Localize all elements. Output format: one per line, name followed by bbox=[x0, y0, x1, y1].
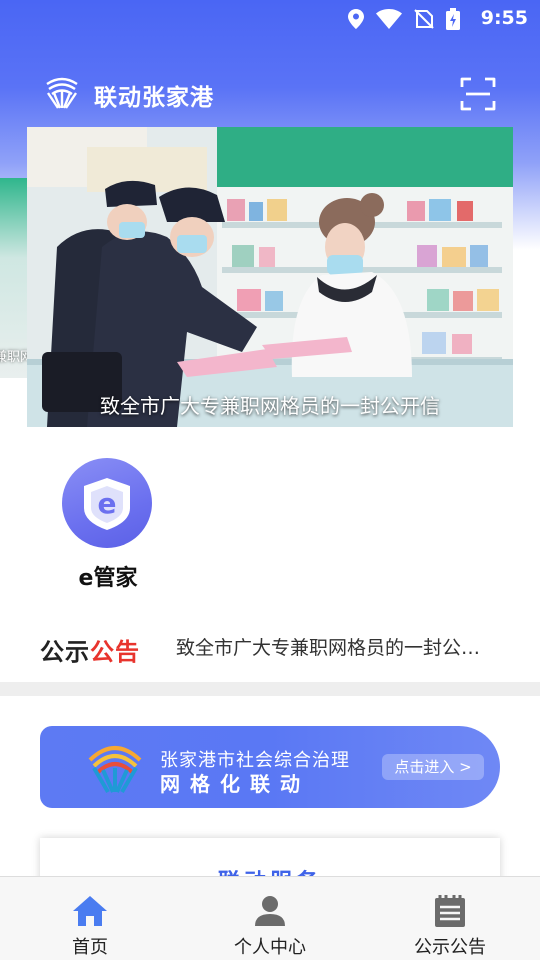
notice-bar[interactable]: 公示公告 致全市广大专兼职网格员的一封公开信 bbox=[0, 622, 540, 670]
battery-icon bbox=[446, 8, 460, 30]
e-butler-icon: e bbox=[62, 458, 152, 548]
status-icons bbox=[348, 8, 460, 30]
quick-app-label: e管家 bbox=[78, 566, 138, 591]
section-divider bbox=[0, 682, 540, 696]
banner-carousel[interactable]: 致全市广大专兼职网格员的一封公开信 bbox=[27, 127, 513, 427]
status-time: 9:55 bbox=[480, 7, 528, 29]
home-icon bbox=[73, 896, 107, 926]
banner-previous-slide[interactable]: 兼职网 bbox=[0, 178, 27, 378]
banner-previous-caption: 兼职网 bbox=[0, 350, 27, 365]
enter-button[interactable]: 点击进入 > bbox=[382, 754, 484, 780]
notice-logo-part2: 公告 bbox=[90, 638, 140, 666]
grid-linkage-banner[interactable]: 张家港市社会综合治理 网格化联动 点击进入 > bbox=[40, 726, 500, 808]
notice-logo-part1: 公示 bbox=[40, 638, 90, 666]
banner-photo bbox=[27, 127, 513, 427]
promo-subtitle: 网格化联动 bbox=[160, 772, 310, 796]
app-logo-icon bbox=[46, 77, 78, 109]
wifi-icon bbox=[376, 9, 402, 29]
clipboard-icon bbox=[435, 895, 465, 927]
app-header: 联动张家港 bbox=[0, 70, 540, 118]
bottom-tab-bar: 首页 个人中心 公示公告 bbox=[0, 876, 540, 960]
banner-caption: 致全市广大专兼职网格员的一封公开信 bbox=[100, 394, 440, 418]
no-sim-icon bbox=[414, 9, 434, 29]
notice-text[interactable]: 致全市广大专兼职网格员的一封公开信 bbox=[176, 633, 496, 660]
tab-label-announcements: 公示公告 bbox=[414, 937, 486, 958]
location-icon bbox=[348, 9, 364, 29]
status-bar: 9:55 bbox=[0, 0, 540, 36]
person-icon bbox=[255, 896, 285, 926]
scan-icon[interactable] bbox=[460, 76, 496, 112]
tab-home[interactable]: 首页 bbox=[0, 877, 180, 960]
tab-announcements[interactable]: 公示公告 bbox=[360, 877, 540, 960]
tab-label-profile: 个人中心 bbox=[234, 937, 306, 958]
app-screen: 9:55 联动张家港 兼职网 致全市广大专兼职网格员的一封公开信 e e管家 公… bbox=[0, 0, 540, 960]
e-butler-icon-letter: e bbox=[98, 487, 117, 520]
grid-linkage-logo-icon bbox=[88, 746, 142, 794]
tab-profile[interactable]: 个人中心 bbox=[180, 877, 360, 960]
quick-app-e-butler[interactable]: e e管家 bbox=[62, 458, 154, 592]
app-title: 联动张家港 bbox=[94, 85, 214, 111]
tab-label-home: 首页 bbox=[72, 937, 108, 958]
notice-logo: 公示公告 bbox=[40, 632, 140, 667]
